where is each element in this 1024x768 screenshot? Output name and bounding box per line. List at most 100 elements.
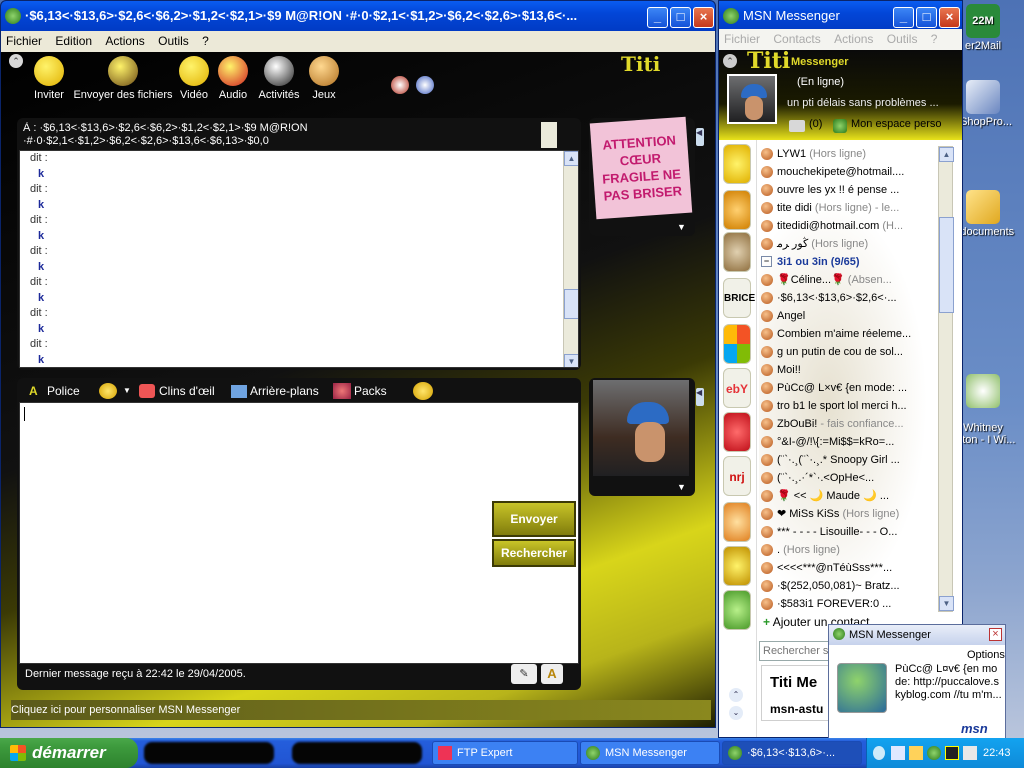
- my-avatar[interactable]: [727, 74, 777, 124]
- menu-outils[interactable]: Outils: [882, 29, 923, 50]
- redacted-task[interactable]: [144, 742, 274, 764]
- tray-volume-icon[interactable]: [963, 746, 977, 760]
- tray-msn-icon[interactable]: [927, 746, 941, 760]
- winks-button[interactable]: Clins d'œil: [159, 381, 215, 401]
- scroll-thumb[interactable]: [564, 289, 578, 319]
- tab-heart-icon[interactable]: [723, 412, 751, 452]
- backgrounds-button[interactable]: Arrière-plans: [250, 381, 319, 401]
- contact-item[interactable]: Moi!!: [759, 361, 955, 379]
- scroll-down-button[interactable]: ▼: [564, 354, 578, 367]
- contact-scrollbar[interactable]: ▲ ▼: [938, 146, 954, 612]
- packs-button[interactable]: Packs: [354, 381, 387, 401]
- block-icon[interactable]: [391, 76, 409, 94]
- menu-fichier[interactable]: Fichier: [1, 31, 47, 52]
- mail-count[interactable]: (0): [809, 118, 822, 130]
- menu-help[interactable]: ?: [197, 31, 214, 52]
- message-history[interactable]: dit : k dit : k dit : k dit : k dit : k dit : k dit …: [19, 150, 579, 368]
- menu-fichier[interactable]: Fichier: [719, 29, 765, 50]
- task-msn-messenger[interactable]: MSN Messenger: [580, 741, 720, 765]
- tab-contacts-icon[interactable]: [723, 144, 751, 184]
- tabs-up-icon[interactable]: ⌃: [729, 688, 743, 702]
- tab-feet-icon[interactable]: [723, 502, 751, 542]
- contact-item[interactable]: ·$(252,050,081)~ Bratz...: [759, 577, 955, 595]
- my-status[interactable]: (En ligne): [797, 76, 844, 88]
- clock[interactable]: 22:43: [983, 738, 1011, 768]
- menu-edition[interactable]: Edition: [50, 31, 97, 52]
- tabs-down-icon[interactable]: ⌄: [729, 706, 743, 720]
- collapse-icon[interactable]: ⌃: [723, 54, 737, 68]
- scroll-thumb[interactable]: [939, 217, 954, 313]
- contact-item[interactable]: (¨`·.¸(¨`·.¸.* Snoopy Girl ...: [759, 451, 955, 469]
- toast-options-link[interactable]: Options: [967, 649, 1005, 661]
- contact-item[interactable]: (¨`·.¸.·´*`·.<OpHe<...: [759, 469, 955, 487]
- contact-item[interactable]: titedidi@hotmail.com (H...: [759, 217, 955, 235]
- contact-item[interactable]: ·$6,13<·$13,6>·$2,6<·...: [759, 289, 955, 307]
- background-icon[interactable]: [416, 76, 434, 94]
- maximize-button[interactable]: □: [670, 7, 691, 28]
- messenger-titlebar[interactable]: MSN Messenger _ □ ×: [719, 1, 962, 31]
- send-button[interactable]: Envoyer: [492, 501, 576, 537]
- scroll-up-button[interactable]: ▲: [939, 147, 954, 162]
- tray-app2-icon[interactable]: [945, 746, 959, 760]
- contact-list[interactable]: LYW1 (Hors ligne) mouchekipete@hotmail...…: [759, 145, 955, 613]
- tab-smiley-icon[interactable]: [723, 590, 751, 630]
- contact-item[interactable]: tro b1 le sport lol merci h...: [759, 397, 955, 415]
- my-space-link[interactable]: Mon espace perso: [851, 118, 942, 130]
- picture-menu-arrow[interactable]: ▼: [677, 222, 686, 232]
- menu-actions[interactable]: Actions: [829, 29, 878, 50]
- menu-actions[interactable]: Actions: [100, 31, 149, 52]
- tab-nrj-icon[interactable]: nrj: [723, 456, 751, 496]
- collapse-right-icon[interactable]: ◀: [696, 128, 704, 146]
- contact-item[interactable]: Angel: [759, 307, 955, 325]
- tab-folder-icon[interactable]: [723, 546, 751, 586]
- minimize-button[interactable]: _: [893, 7, 914, 28]
- search-button[interactable]: Rechercher: [492, 539, 576, 567]
- close-button[interactable]: ×: [693, 7, 714, 28]
- maximize-button[interactable]: □: [916, 7, 937, 28]
- start-button[interactable]: démarrer: [0, 738, 138, 768]
- redacted-task[interactable]: [292, 742, 422, 764]
- personal-message[interactable]: un pti délais sans problèmes ...: [787, 97, 957, 109]
- contact-item[interactable]: . (Hors ligne): [759, 541, 955, 559]
- tray-app-icon[interactable]: [909, 746, 923, 760]
- tab-search-icon[interactable]: [723, 232, 751, 272]
- minimize-button[interactable]: _: [647, 7, 668, 28]
- contact-item[interactable]: ﯕﻮﺭ ﺮﻣ (Hors ligne): [759, 235, 955, 253]
- tray-network-icon[interactable]: [891, 746, 905, 760]
- emoticon-icon[interactable]: [99, 383, 117, 399]
- task-ftp-expert[interactable]: FTP Expert: [432, 741, 578, 765]
- my-display-picture[interactable]: ▼: [589, 378, 695, 496]
- send-files-button[interactable]: Envoyer des fichiers: [71, 56, 175, 101]
- contact-item[interactable]: PùCc@ L×v€ {en mode: ...: [759, 379, 955, 397]
- tab-bell-icon[interactable]: [723, 190, 751, 230]
- text-mode-icon[interactable]: A: [541, 664, 563, 684]
- contact-item[interactable]: tite didi (Hors ligne) - le...: [759, 199, 955, 217]
- contact-item[interactable]: Combien m'aime réeleme...: [759, 325, 955, 343]
- history-scrollbar[interactable]: ▲ ▼: [563, 151, 578, 367]
- contact-item[interactable]: 🌹Céline...🌹 (Absen...: [759, 271, 955, 289]
- collapse-right-icon[interactable]: ◀: [696, 388, 704, 406]
- picture-menu-arrow[interactable]: ▼: [677, 482, 686, 492]
- chat-titlebar[interactable]: ·$6,13<·$13,6>·$2,6<·$6,2>·$1,2<·$2,1>·$…: [1, 1, 715, 31]
- group-header[interactable]: − 3i1 ou 3in (9/65): [759, 253, 955, 271]
- activities-button[interactable]: Activités: [255, 56, 303, 101]
- video-button[interactable]: Vidéo: [177, 56, 211, 101]
- close-button[interactable]: ×: [939, 7, 960, 28]
- to-scroll[interactable]: [541, 122, 557, 148]
- games-button[interactable]: Jeux: [307, 56, 341, 101]
- notification-toast[interactable]: MSN Messenger × Options PùCc@ L¤v€ {en m…: [828, 624, 1006, 740]
- contact-item[interactable]: LYW1 (Hors ligne): [759, 145, 955, 163]
- contact-item[interactable]: 🌹 << 🌙 Maude 🌙 ...: [759, 487, 955, 505]
- tab-brice-icon[interactable]: BRICE: [723, 278, 755, 318]
- toast-close-button[interactable]: ×: [989, 628, 1002, 641]
- contact-item[interactable]: <<<<***@nTéùSss***...: [759, 559, 955, 577]
- handwriting-icon[interactable]: ✎: [511, 664, 537, 684]
- font-button[interactable]: Police: [47, 381, 80, 401]
- collapse-group-icon[interactable]: −: [761, 256, 772, 267]
- contact-item[interactable]: ·$583i1 FOREVER:0 ...: [759, 595, 955, 613]
- tab-msn-butterfly-icon[interactable]: [723, 324, 751, 364]
- emoticon-dropdown-icon[interactable]: ▼: [123, 381, 131, 401]
- menu-help[interactable]: ?: [926, 29, 943, 50]
- contact-item[interactable]: ZbOuBi! - fais confiance...: [759, 415, 955, 433]
- tab-ebay-icon[interactable]: ebY: [723, 368, 751, 408]
